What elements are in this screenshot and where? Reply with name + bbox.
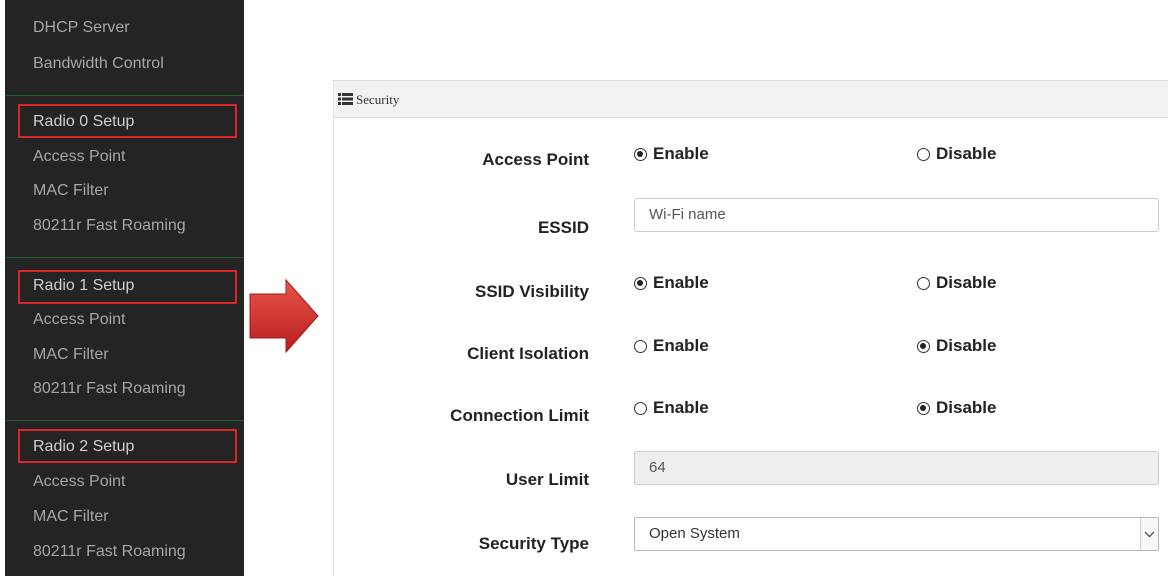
client-isolation-disable-radio[interactable]: Disable <box>917 336 996 356</box>
sidebar-item-access-point[interactable]: Access Point <box>33 147 125 167</box>
client-isolation-enable-radio[interactable]: Enable <box>634 336 709 356</box>
security-type-label: Security Type <box>478 534 589 553</box>
ssid-visibility-label: SSID Visibility <box>474 282 589 301</box>
sidebar-item-radio-1-setup[interactable]: Radio 1 Setup <box>33 276 134 296</box>
radio-checked-icon <box>634 276 647 290</box>
sidebar-item-fast-roaming[interactable]: 80211r Fast Roaming <box>33 216 186 236</box>
list-icon <box>338 93 353 105</box>
sidebar-divider <box>5 257 244 258</box>
security-panel: Security Access Point Enable Disable ESS… <box>333 80 1168 576</box>
radio-unchecked-icon <box>917 276 930 290</box>
sidebar-divider <box>5 95 244 96</box>
radio-checked-icon <box>634 147 647 161</box>
radio-label: Enable <box>653 144 709 163</box>
radio-unchecked-icon <box>634 401 647 415</box>
security-type-value: Open System <box>649 525 740 542</box>
radio-checked-icon <box>917 339 930 353</box>
essid-label: ESSID <box>537 218 589 237</box>
radio-label: Disable <box>936 273 997 292</box>
radio-label: Enable <box>653 398 709 417</box>
radio-label: Enable <box>653 273 709 292</box>
radio-unchecked-icon <box>917 147 930 161</box>
security-type-select[interactable]: Open System <box>634 517 1159 551</box>
sidebar-item-mac-filter[interactable]: MAC Filter <box>33 345 109 365</box>
sidebar-item-radio-2-setup[interactable]: Radio 2 Setup <box>33 437 134 457</box>
radio-checked-icon <box>917 401 930 415</box>
user-limit-label: User Limit <box>505 470 589 489</box>
connection-limit-disable-radio[interactable]: Disable <box>917 398 996 418</box>
connection-limit-label: Connection Limit <box>450 406 589 425</box>
sidebar-item-fast-roaming[interactable]: 80211r Fast Roaming <box>33 379 186 399</box>
user-limit-input[interactable]: 64 <box>634 451 1159 485</box>
radio-label: Enable <box>653 336 709 355</box>
right-arrow-icon <box>249 278 319 354</box>
connection-limit-enable-radio[interactable]: Enable <box>634 398 709 418</box>
essid-input[interactable]: Wi-Fi name <box>634 198 1159 232</box>
radio-label: Disable <box>936 398 997 417</box>
access-point-enable-radio[interactable]: Enable <box>634 144 709 164</box>
radio-label: Disable <box>936 144 997 163</box>
radio-unchecked-icon <box>634 339 647 353</box>
sidebar-item-radio-0-setup[interactable]: Radio 0 Setup <box>33 112 134 132</box>
access-point-disable-radio[interactable]: Disable <box>917 144 996 164</box>
sidebar-item-mac-filter[interactable]: MAC Filter <box>33 507 109 527</box>
sidebar-item-access-point[interactable]: Access Point <box>33 472 125 492</box>
panel-title: Security <box>356 92 400 107</box>
ssid-visibility-enable-radio[interactable]: Enable <box>634 273 709 293</box>
radio-label: Disable <box>936 336 997 355</box>
sidebar-item-access-point[interactable]: Access Point <box>33 310 125 330</box>
sidebar-item-fast-roaming[interactable]: 80211r Fast Roaming <box>33 542 186 562</box>
sidebar-item-mac-filter[interactable]: MAC Filter <box>33 181 109 201</box>
access-point-label: Access Point <box>482 150 589 169</box>
sidebar-nav: DHCP Server Bandwidth Control Radio 0 Se… <box>5 0 244 576</box>
ssid-visibility-disable-radio[interactable]: Disable <box>917 273 996 293</box>
panel-header: Security <box>334 80 1168 118</box>
client-isolation-label: Client Isolation <box>467 344 589 363</box>
sidebar-item-bandwidth-control[interactable]: Bandwidth Control <box>33 54 164 74</box>
sidebar-item-dhcp-server[interactable]: DHCP Server <box>33 18 130 38</box>
sidebar-divider <box>5 420 244 421</box>
chevron-down-icon <box>1140 518 1158 550</box>
